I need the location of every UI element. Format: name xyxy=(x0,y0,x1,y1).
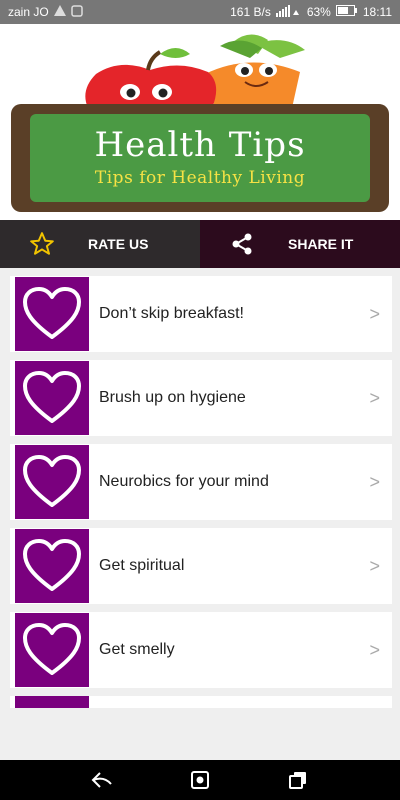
heart-icon xyxy=(15,696,89,708)
tip-title: Get smelly xyxy=(99,641,175,658)
heart-icon xyxy=(15,361,89,435)
tip-title: Get spiritual xyxy=(99,557,185,574)
chevron-right-icon: > xyxy=(369,640,380,660)
signal-icon xyxy=(275,4,302,20)
tip-title: Neurobics for your mind xyxy=(99,473,269,490)
tips-list: Don’t skip breakfast! > Brush up on hygi… xyxy=(10,276,392,696)
system-nav-bar xyxy=(0,760,400,800)
carrier-name: zain JO xyxy=(8,5,49,19)
rate-us-button[interactable]: RATE US xyxy=(0,220,200,268)
list-item[interactable]: Brush up on hygiene > xyxy=(10,360,392,436)
list-item[interactable]: Get spiritual > xyxy=(10,528,392,604)
app-banner: Health Tips Tips for Healthy Living xyxy=(0,24,400,220)
alert-icon xyxy=(53,5,66,19)
list-item[interactable]: Get smelly > xyxy=(10,612,392,688)
app-title: Health Tips xyxy=(94,125,306,165)
status-bar: zain JO 161 B/s 63% 18:11 xyxy=(0,0,400,24)
chevron-right-icon: > xyxy=(369,556,380,576)
chevron-right-icon: > xyxy=(369,388,380,408)
list-item[interactable] xyxy=(10,696,392,708)
action-bar: RATE US SHARE IT xyxy=(0,220,400,268)
app-subtitle: Tips for Healthy Living xyxy=(94,168,306,188)
title-sign-board: Health Tips Tips for Healthy Living xyxy=(30,114,370,202)
heart-icon xyxy=(15,613,89,687)
share-it-label: SHARE IT xyxy=(288,236,354,252)
title-sign: Health Tips Tips for Healthy Living xyxy=(11,104,389,212)
heart-icon xyxy=(15,445,89,519)
share-it-button[interactable]: SHARE IT xyxy=(200,220,400,268)
list-item[interactable]: Neurobics for your mind > xyxy=(10,444,392,520)
star-icon xyxy=(20,220,64,268)
tip-title: Don’t skip breakfast! xyxy=(99,305,244,322)
home-icon[interactable] xyxy=(182,762,218,798)
recents-icon[interactable] xyxy=(280,762,316,798)
tip-title: Brush up on hygiene xyxy=(99,389,246,406)
back-icon[interactable] xyxy=(84,762,120,798)
rate-us-label: RATE US xyxy=(88,236,149,252)
clock: 18:11 xyxy=(362,5,392,19)
notification-icon xyxy=(70,4,83,20)
heart-icon xyxy=(15,277,89,351)
battery-percent: 63% xyxy=(306,5,331,19)
share-icon xyxy=(220,220,264,268)
battery-icon xyxy=(335,5,358,19)
heart-icon xyxy=(15,529,89,603)
chevron-right-icon: > xyxy=(369,472,380,492)
network-speed: 161 B/s xyxy=(230,5,271,19)
list-item[interactable]: Don’t skip breakfast! > xyxy=(10,276,392,352)
chevron-right-icon: > xyxy=(369,304,380,324)
